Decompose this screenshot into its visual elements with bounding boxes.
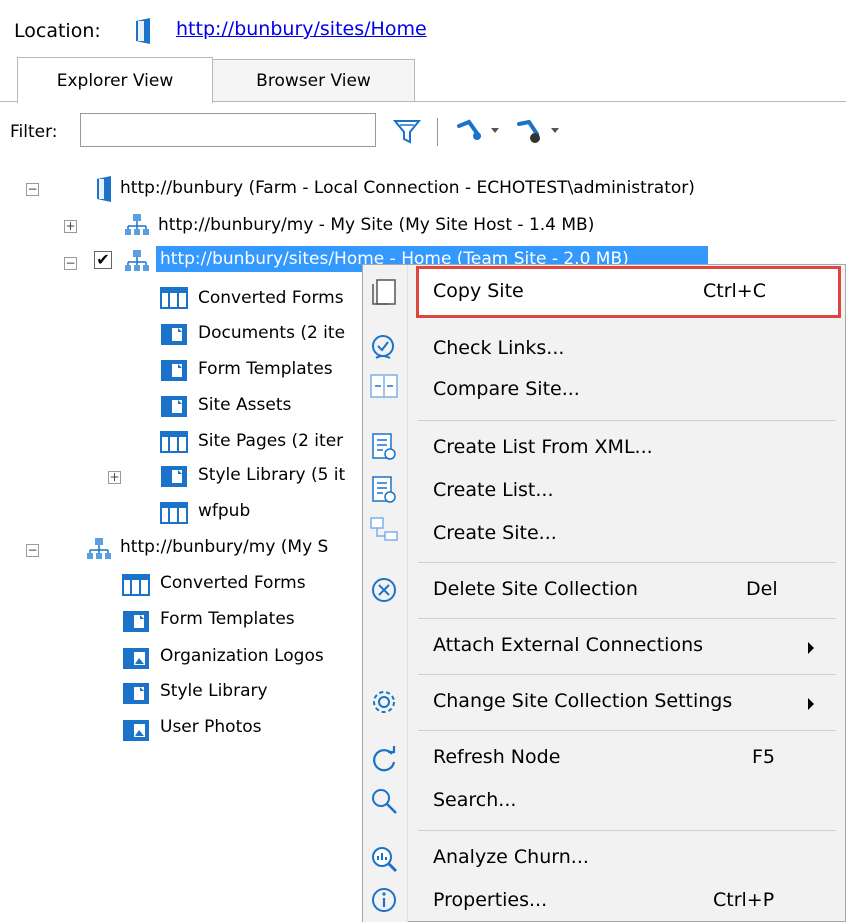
menu-item-create-list[interactable]: Create List... xyxy=(433,479,554,501)
tree-item[interactable]: wfpub xyxy=(198,501,250,521)
tree-item[interactable]: Converted Forms xyxy=(160,573,306,593)
tab-browser-view[interactable]: Browser View xyxy=(212,59,415,102)
filter-label: Filter: xyxy=(10,122,58,142)
shortcut-delete: Del xyxy=(746,578,778,600)
tree-item[interactable]: Style Library xyxy=(160,681,268,701)
collapse-farm-toggle[interactable]: − xyxy=(26,183,39,196)
funnel-icon[interactable] xyxy=(392,116,422,150)
document-library-icon xyxy=(160,322,188,350)
document-library-icon xyxy=(122,609,150,637)
refresh-icon xyxy=(368,744,400,780)
menu-separator xyxy=(418,730,836,731)
collapse-my-collection-toggle[interactable]: − xyxy=(26,544,39,557)
disconnect-dropdown-icon[interactable] xyxy=(515,116,565,150)
list-grid-icon xyxy=(160,502,188,528)
list-grid-icon xyxy=(160,287,188,313)
compare-icon xyxy=(368,370,400,406)
tree-item[interactable]: User Photos xyxy=(160,717,262,737)
location-label: Location: xyxy=(14,20,101,42)
farm-icon xyxy=(132,18,154,48)
tree-item[interactable]: Style Library (5 it xyxy=(198,465,345,485)
picture-library-icon xyxy=(122,718,150,746)
menu-item-change-site-collection-settings[interactable]: Change Site Collection Settings xyxy=(433,690,732,712)
tree-item[interactable]: Form Templates xyxy=(160,609,295,629)
collapse-home-toggle[interactable]: − xyxy=(64,257,77,270)
menu-item-search[interactable]: Search... xyxy=(433,789,516,811)
filter-input[interactable] xyxy=(80,113,376,147)
tab-explorer-label: Explorer View xyxy=(56,70,174,91)
menu-item-copy-site[interactable]: Copy Site xyxy=(433,280,524,302)
site-icon xyxy=(86,537,112,565)
document-library-icon xyxy=(160,358,188,386)
picture-library-icon xyxy=(122,646,150,674)
search-icon xyxy=(368,785,400,821)
menu-separator xyxy=(418,420,836,421)
submenu-arrow-icon xyxy=(808,642,814,654)
site-create-icon xyxy=(368,514,400,550)
tree-item[interactable]: Organization Logos xyxy=(160,646,324,666)
submenu-arrow-icon xyxy=(808,698,814,710)
menu-separator xyxy=(418,618,836,619)
tree-item[interactable]: Documents (2 ite xyxy=(198,323,345,343)
delete-icon xyxy=(368,574,400,610)
tree-item[interactable]: Form Templates xyxy=(198,359,333,379)
tree-item[interactable]: Converted Forms xyxy=(198,288,344,308)
list-xml-icon xyxy=(368,431,400,467)
shortcut-copy-site: Ctrl+C xyxy=(703,280,766,302)
home-site-checkbox[interactable]: ✔ xyxy=(94,251,112,269)
tree-farm-node[interactable]: http://bunbury (Farm - Local Connection … xyxy=(120,178,695,198)
gear-icon xyxy=(368,686,400,722)
copy-icon xyxy=(368,276,400,312)
tab-browser-label: Browser View xyxy=(256,70,371,91)
tree-item[interactable]: Site Assets xyxy=(198,395,291,415)
expand-style-library-toggle[interactable]: + xyxy=(108,471,121,484)
tree-item[interactable]: Site Pages (2 iter xyxy=(198,431,343,451)
document-library-icon xyxy=(160,464,188,492)
info-icon xyxy=(368,884,400,920)
menu-item-compare-site[interactable]: Compare Site... xyxy=(433,378,580,400)
menu-item-create-list-from-xml[interactable]: Create List From XML... xyxy=(433,436,653,458)
menu-item-properties[interactable]: Properties... xyxy=(433,889,547,911)
shortcut-refresh: F5 xyxy=(752,746,776,768)
menu-separator xyxy=(418,562,836,563)
menu-item-refresh-node[interactable]: Refresh Node xyxy=(433,746,560,768)
toolbar-separator xyxy=(437,118,438,146)
check-links-icon xyxy=(368,332,400,368)
list-grid-icon xyxy=(122,574,150,600)
list-grid-icon xyxy=(160,431,188,457)
document-library-icon xyxy=(160,394,188,422)
tree-my-collection-node[interactable]: http://bunbury/my (My S xyxy=(120,537,328,557)
tab-explorer-view[interactable]: Explorer View xyxy=(17,57,213,103)
expand-my-site-toggle[interactable]: + xyxy=(64,220,77,233)
site-icon xyxy=(124,213,150,241)
tree-my-site-node[interactable]: http://bunbury/my - My Site (My Site Hos… xyxy=(158,215,594,235)
menu-separator xyxy=(418,830,836,831)
menu-item-analyze-churn[interactable]: Analyze Churn... xyxy=(433,846,589,868)
site-icon xyxy=(124,249,150,277)
menu-item-create-site[interactable]: Create Site... xyxy=(433,522,557,544)
menu-item-delete-site-collection[interactable]: Delete Site Collection xyxy=(433,578,638,600)
menu-item-check-links[interactable]: Check Links... xyxy=(433,337,564,359)
menu-separator xyxy=(418,674,836,675)
shortcut-properties: Ctrl+P xyxy=(713,889,775,911)
menu-item-attach-external-connections[interactable]: Attach External Connections xyxy=(433,634,703,656)
list-create-icon xyxy=(368,474,400,510)
connect-dropdown-icon[interactable] xyxy=(455,116,505,150)
farm-node-icon xyxy=(94,176,114,206)
document-library-icon xyxy=(122,681,150,709)
analyze-icon xyxy=(368,843,400,879)
location-url-link[interactable]: http://bunbury/sites/Home xyxy=(176,18,427,40)
